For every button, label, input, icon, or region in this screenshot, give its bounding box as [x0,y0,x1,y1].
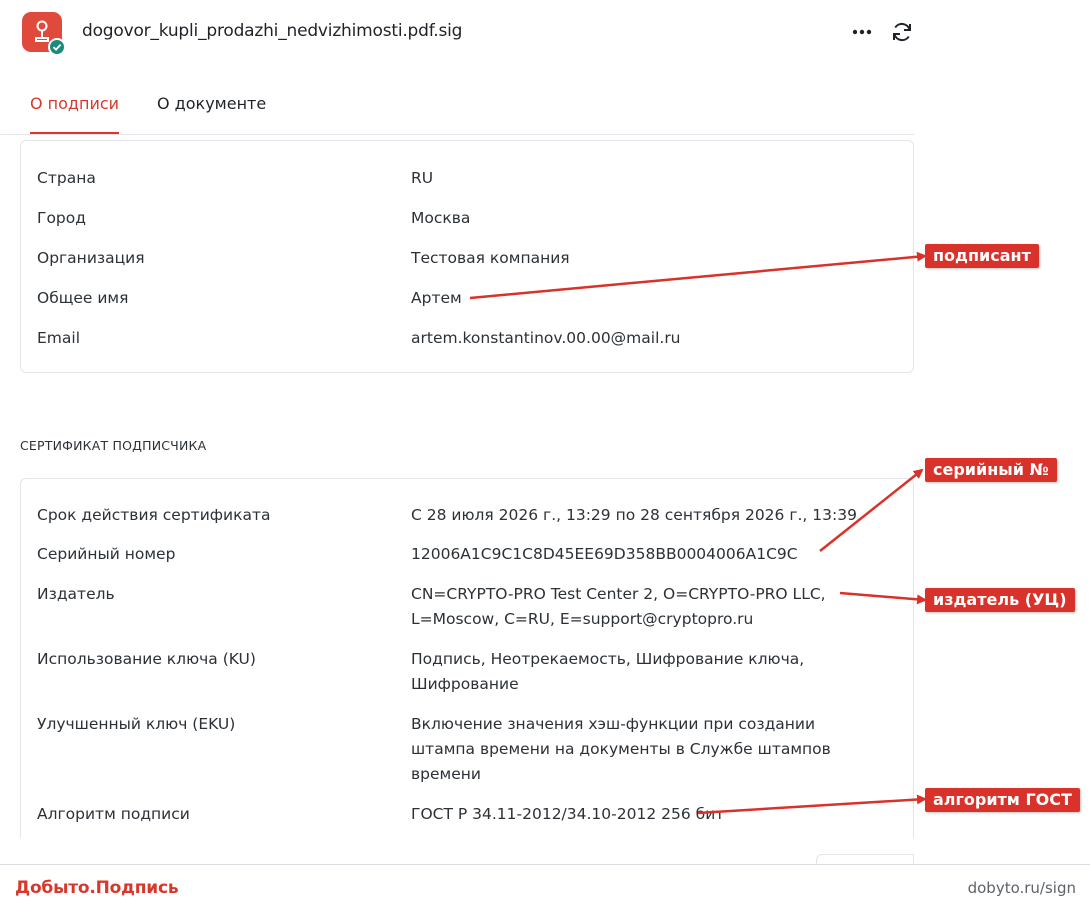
row-label: Издатель [37,585,115,603]
row-value: Тестовая компания [411,249,570,267]
row-value: artem.konstantinov.00.00@mail.ru [411,329,681,347]
tab-about-signature[interactable]: О подписи [30,94,120,134]
annotation-signer: подписант [925,244,1039,268]
row-value: ГОСТ Р 34.11-2012/34.10-2012 256 бит [411,805,725,823]
signer-info-card: Страна RU Город Москва Организация Тесто… [20,140,914,373]
tab-about-document[interactable]: О документе [157,94,266,113]
annotation-issuer: издатель (УЦ) [925,588,1075,612]
row-value: CN=CRYPTO-PRO Test Center 2, O=CRYPTO-PR… [411,585,826,628]
tab-bar: О подписи О документе [0,80,914,135]
certificate-section-title: СЕРТИФИКАТ ПОДПИСЧИКА [20,438,207,453]
row-value: Включение значения хэш-функции при созда… [411,715,831,783]
footer: Добыто.Подпись dobyto.ru/sign [0,864,1090,910]
row-label: Срок действия сертификата [37,506,271,524]
row-label: Страна [37,169,96,187]
row-value: RU [411,169,434,187]
row-value: Подпись, Неотрекаемость, Шифрование ключ… [411,650,805,693]
person-stamp-icon [35,20,49,42]
site-url: dobyto.ru/sign [967,879,1076,897]
row-label: Алгоритм подписи [37,805,190,823]
row-value: Москва [411,209,471,227]
verified-badge-icon [48,38,66,56]
refresh-icon[interactable] [890,20,914,44]
app-icon [22,12,66,56]
row-label: Организация [37,249,145,267]
row-label: Общее имя [37,289,129,307]
row-value: С 28 июля 2026 г., 13:29 по 28 сентября … [411,506,857,524]
row-label: Использование ключа (KU) [37,650,256,668]
row-value: 12006A1C9C1C8D45EE69D358BB0004006A1C9C [411,545,798,563]
annotation-serial: серийный № [925,458,1057,482]
file-name: dogovor_kupli_prodazhi_nedvizhimosti.pdf… [82,21,463,41]
row-label: Город [37,209,86,227]
row-label: Email [37,329,81,347]
row-value: Артем [411,289,462,307]
annotation-algorithm: алгоритм ГОСТ [925,788,1080,812]
row-label: Серийный номер [37,545,176,563]
certificate-card: Срок действия сертификата С 28 июля 2026… [20,478,914,838]
row-label: Улучшенный ключ (EKU) [37,715,236,733]
brand-name: Добыто.Подпись [15,878,179,898]
more-horizontal-icon[interactable] [850,20,874,44]
